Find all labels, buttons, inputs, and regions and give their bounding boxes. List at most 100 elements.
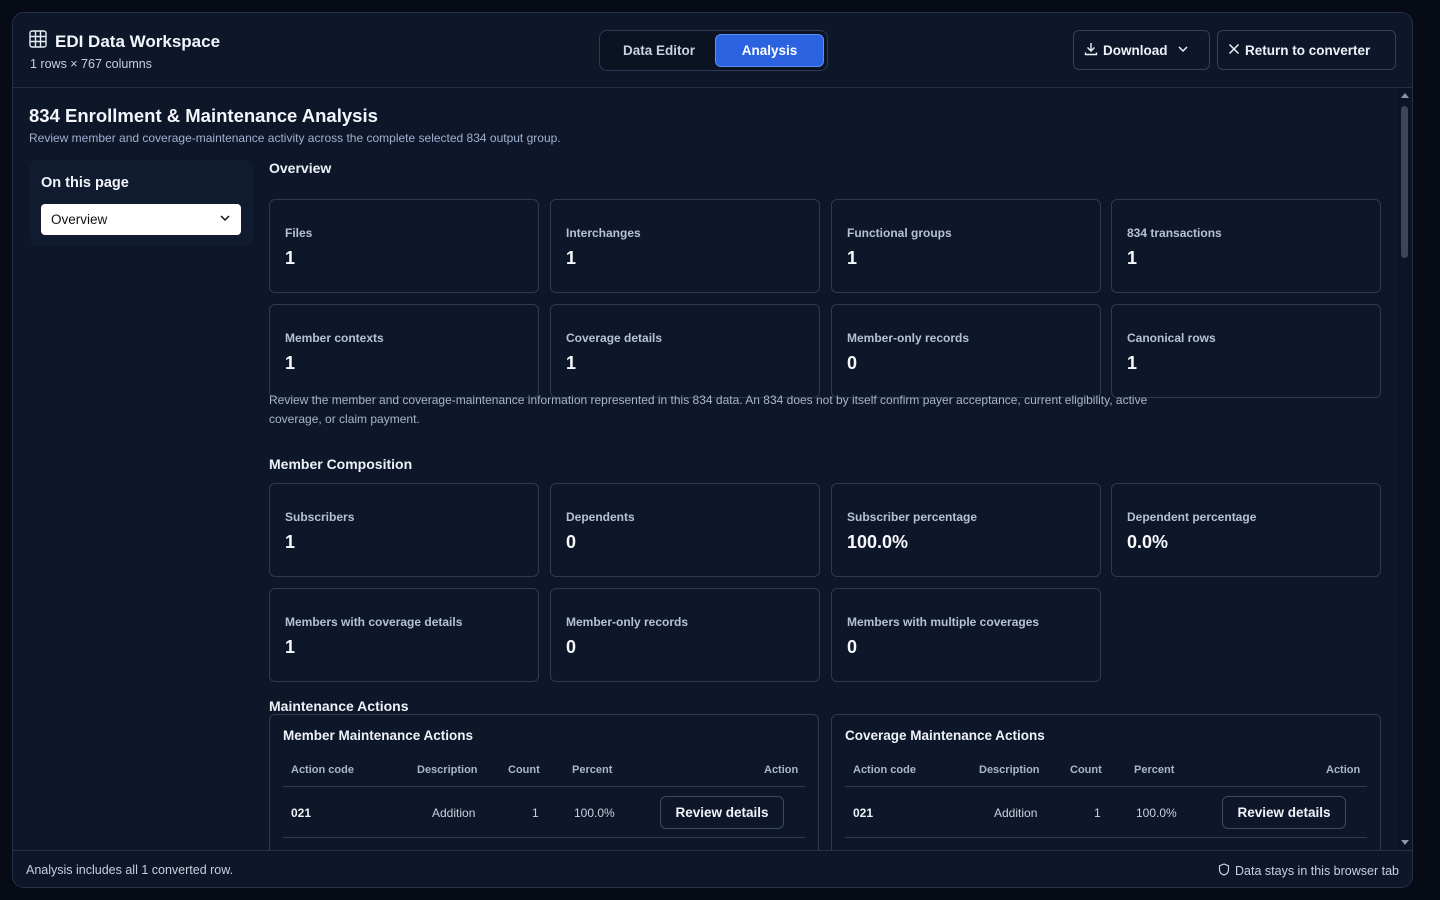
scroll-thumb[interactable] <box>1401 106 1408 258</box>
return-to-converter-button[interactable]: Return to converter <box>1217 30 1396 70</box>
download-label: Download <box>1103 42 1168 58</box>
toc-label: On this page <box>41 175 129 191</box>
metric-card: Subscriber percentage 100.0% <box>831 483 1101 577</box>
title-row: EDI Data Workspace <box>29 30 220 53</box>
metric-label: Members with coverage details <box>285 615 463 629</box>
app-title: EDI Data Workspace <box>55 31 221 51</box>
column-header: Count <box>1070 764 1102 776</box>
metric-value: 1 <box>1127 248 1138 268</box>
metric-label: Coverage details <box>566 331 663 345</box>
action-count: 1 <box>1094 806 1101 820</box>
metric-card: Files 1 <box>269 199 539 293</box>
divider <box>845 837 1367 838</box>
metric-card: Coverage details 1 <box>550 304 820 398</box>
divider <box>283 837 805 838</box>
metric-value: 1 <box>847 248 858 268</box>
metric-card: Functional groups 1 <box>831 199 1101 293</box>
metric-card: Subscribers 1 <box>269 483 539 577</box>
page-title: 834 Enrollment & Maintenance Analysis <box>29 105 378 126</box>
metric-value: 0 <box>847 353 858 373</box>
column-header: Percent <box>1134 764 1175 776</box>
action-count: 1 <box>532 806 539 820</box>
download-button[interactable]: Download <box>1073 30 1210 70</box>
privacy-note-text: Data stays in this browser tab <box>1235 864 1399 878</box>
metric-label: Dependents <box>566 510 635 524</box>
maintenance-actions-heading: Maintenance Actions <box>269 698 409 714</box>
page-subtitle: Review member and coverage-maintenance a… <box>29 131 561 145</box>
status-footer: Analysis includes all 1 converted row. D… <box>13 850 1412 887</box>
column-header: Action code <box>853 764 916 776</box>
coverage-maintenance-panel: Coverage Maintenance Actions Action code… <box>831 714 1381 850</box>
metric-value: 1 <box>285 353 296 373</box>
metric-card: Member-only records 0 <box>550 588 820 682</box>
close-icon <box>1228 43 1240 58</box>
privacy-note: Data stays in this browser tab <box>1218 863 1399 879</box>
analysis-scope-text: Analysis includes all 1 converted row. <box>26 863 234 877</box>
metric-label: Canonical rows <box>1127 331 1216 345</box>
metric-value: 0 <box>566 532 577 552</box>
metric-label: Files <box>285 226 313 240</box>
shield-icon <box>1218 863 1230 879</box>
metric-value: 0 <box>847 637 858 657</box>
action-code: 021 <box>853 806 874 820</box>
section-select[interactable]: Overview <box>41 204 241 235</box>
scroll-up-arrow-icon[interactable] <box>1401 93 1409 98</box>
analysis-content: 834 Enrollment & Maintenance Analysis Re… <box>13 88 1397 850</box>
dataset-size: 1 rows × 767 columns <box>30 57 152 71</box>
metric-value: 1 <box>566 248 577 268</box>
overview-heading: Overview <box>269 160 332 176</box>
return-label: Return to converter <box>1245 42 1371 58</box>
chevron-down-icon <box>1177 43 1189 58</box>
metric-label: Dependent percentage <box>1127 510 1257 524</box>
column-header: Action code <box>291 764 354 776</box>
metric-label: 834 transactions <box>1127 226 1222 240</box>
action-code: 021 <box>291 806 312 820</box>
metric-label: Members with multiple coverages <box>847 615 1040 629</box>
panel-title: Member Maintenance Actions <box>283 728 474 743</box>
metric-card: Dependent percentage 0.0% <box>1111 483 1381 577</box>
action-percent: 100.0% <box>1136 806 1177 820</box>
metric-card: Interchanges 1 <box>550 199 820 293</box>
divider <box>845 786 1367 787</box>
tab-analysis[interactable]: Analysis <box>714 34 824 67</box>
metric-label: Functional groups <box>847 226 952 240</box>
review-details-button[interactable]: Review details <box>1222 796 1346 829</box>
on-this-page-panel: On this page Overview <box>29 160 253 246</box>
divider <box>283 786 805 787</box>
metric-value: 0.0% <box>1127 532 1169 552</box>
tab-data-editor[interactable]: Data Editor <box>603 34 715 67</box>
metric-value: 1 <box>285 248 296 268</box>
metric-label: Member contexts <box>285 331 384 345</box>
metric-value: 1 <box>1127 353 1138 373</box>
column-header: Count <box>508 764 540 776</box>
metric-card: Dependents 0 <box>550 483 820 577</box>
scroll-down-arrow-icon[interactable] <box>1401 840 1409 845</box>
grid-icon <box>29 30 47 53</box>
top-bar: EDI Data Workspace 1 rows × 767 columns … <box>13 13 1412 88</box>
column-header: Percent <box>572 764 613 776</box>
metric-card: Members with coverage details 1 <box>269 588 539 682</box>
action-percent: 100.0% <box>574 806 615 820</box>
metric-card: Member-only records 0 <box>831 304 1101 398</box>
action-description: Addition <box>994 806 1038 820</box>
section-select-value: Overview <box>51 212 108 227</box>
column-header: Action <box>1326 764 1361 776</box>
chevron-down-icon <box>219 212 231 227</box>
panel-title: Coverage Maintenance Actions <box>845 728 1045 743</box>
metric-value: 1 <box>285 532 296 552</box>
download-icon <box>1084 42 1098 59</box>
metric-card: 834 transactions 1 <box>1111 199 1381 293</box>
metric-value: 0 <box>566 637 577 657</box>
column-header: Description <box>979 764 1040 776</box>
review-details-button[interactable]: Review details <box>660 796 784 829</box>
overview-note: Review the member and coverage-maintenan… <box>269 393 1148 426</box>
metric-label: Member-only records <box>847 331 970 345</box>
member-maintenance-panel: Member Maintenance Actions Action code D… <box>269 714 819 850</box>
metric-card: Canonical rows 1 <box>1111 304 1381 398</box>
view-toggle: Data Editor Analysis <box>599 30 828 71</box>
metric-label: Interchanges <box>566 226 641 240</box>
vertical-scrollbar[interactable] <box>1398 88 1412 850</box>
metric-value: 1 <box>566 353 577 373</box>
member-composition-heading: Member Composition <box>269 456 413 472</box>
workspace-window: EDI Data Workspace 1 rows × 767 columns … <box>12 12 1413 888</box>
